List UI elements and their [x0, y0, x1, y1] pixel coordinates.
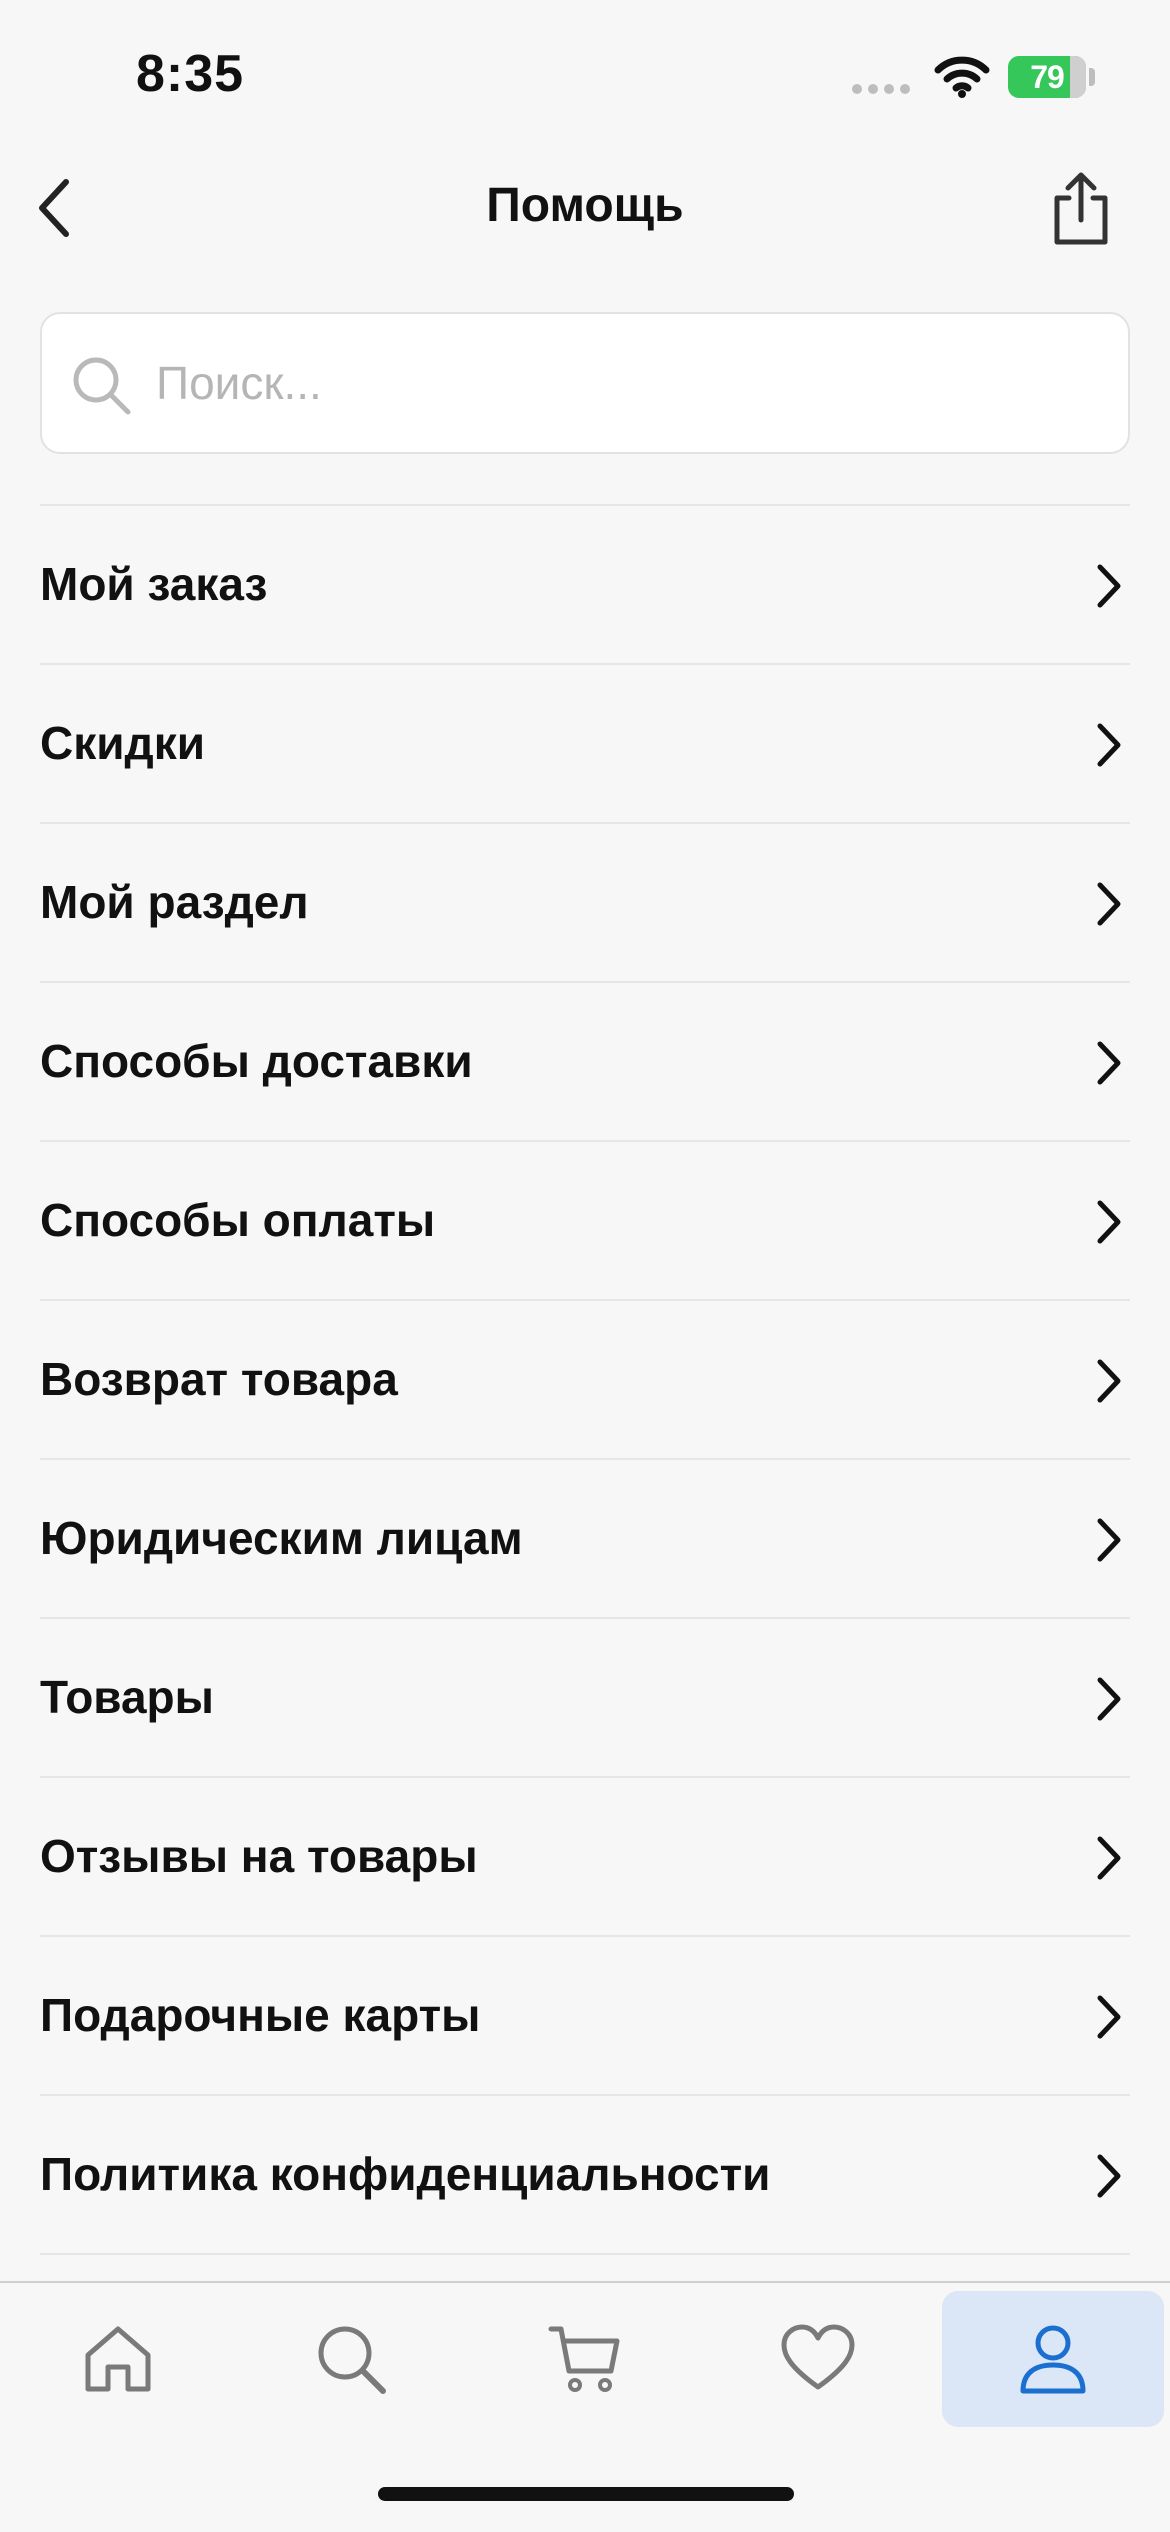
menu-item-label: Мой заказ — [40, 558, 268, 610]
tab-cart[interactable] — [474, 2291, 696, 2427]
tab-profile[interactable] — [942, 2291, 1164, 2427]
menu-item-label: Подарочные карты — [40, 1989, 481, 2041]
chevron-right-icon — [1097, 882, 1121, 926]
menu-item-label: Способы оплаты — [40, 1194, 436, 1246]
menu-item-label: Отзывы на товары — [40, 1830, 478, 1882]
help-menu-list: Мой заказ Скидки Мой раздел Способы дост… — [40, 504, 1130, 2255]
chevron-right-icon — [1097, 1359, 1121, 1403]
menu-item-legal-entities[interactable]: Юридическим лицам — [40, 1460, 1130, 1619]
heart-icon — [781, 2324, 855, 2390]
cart-icon — [548, 2326, 620, 2392]
tab-home[interactable] — [7, 2291, 229, 2427]
share-icon — [1054, 172, 1108, 245]
navigation-bar: Помощь — [0, 150, 1170, 268]
battery-level: 79 — [1030, 58, 1065, 95]
home-indicator — [378, 2487, 794, 2501]
battery-indicator: 79 — [1008, 56, 1086, 98]
menu-item-discounts[interactable]: Скидки — [40, 665, 1130, 824]
chevron-right-icon — [1097, 1836, 1121, 1880]
menu-item-label: Возврат товара — [40, 1353, 398, 1405]
menu-item-payment-methods[interactable]: Способы оплаты — [40, 1142, 1130, 1301]
share-button[interactable] — [1040, 164, 1122, 254]
chevron-right-icon — [1097, 1995, 1121, 2039]
menu-item-products[interactable]: Товары — [40, 1619, 1130, 1778]
profile-icon — [1020, 2325, 1086, 2394]
menu-item-gift-cards[interactable]: Подарочные карты — [40, 1937, 1130, 2096]
page-title: Помощь — [486, 179, 684, 232]
chevron-right-icon — [1097, 723, 1121, 767]
menu-item-label: Юридическим лицам — [40, 1512, 523, 1564]
cellular-signal-icon — [852, 84, 914, 94]
tab-favorites[interactable] — [707, 2291, 929, 2427]
chevron-right-icon — [1097, 1041, 1121, 1085]
tab-search[interactable] — [240, 2291, 462, 2427]
search-box[interactable] — [40, 312, 1130, 454]
search-input[interactable] — [154, 314, 1094, 452]
menu-item-my-section[interactable]: Мой раздел — [40, 824, 1130, 983]
battery-nub — [1089, 68, 1095, 86]
menu-item-returns[interactable]: Возврат товара — [40, 1301, 1130, 1460]
menu-item-label: Скидки — [40, 717, 206, 769]
status-time: 8:35 — [136, 45, 245, 103]
menu-item-label: Мой раздел — [40, 876, 309, 928]
chevron-right-icon — [1097, 1677, 1121, 1721]
menu-item-label: Политика конфиденциальности — [40, 2148, 771, 2200]
chevron-right-icon — [1097, 2154, 1121, 2198]
home-icon — [85, 2326, 151, 2392]
menu-item-delivery-methods[interactable]: Способы доставки — [40, 983, 1130, 1142]
chevron-right-icon — [1097, 1200, 1121, 1244]
search-icon — [73, 357, 131, 415]
menu-item-label: Способы доставки — [40, 1035, 473, 1087]
menu-item-label: Товары — [40, 1671, 214, 1723]
chevron-right-icon — [1097, 1518, 1121, 1562]
menu-item-product-reviews[interactable]: Отзывы на товары — [40, 1778, 1130, 1937]
wifi-icon — [934, 56, 990, 98]
chevron-right-icon — [1097, 564, 1121, 608]
menu-item-privacy-policy[interactable]: Политика конфиденциальности — [40, 2096, 1130, 2255]
search-icon — [318, 2326, 386, 2394]
menu-item-my-order[interactable]: Мой заказ — [40, 506, 1130, 665]
status-bar: 8:35 79 — [0, 0, 1170, 150]
